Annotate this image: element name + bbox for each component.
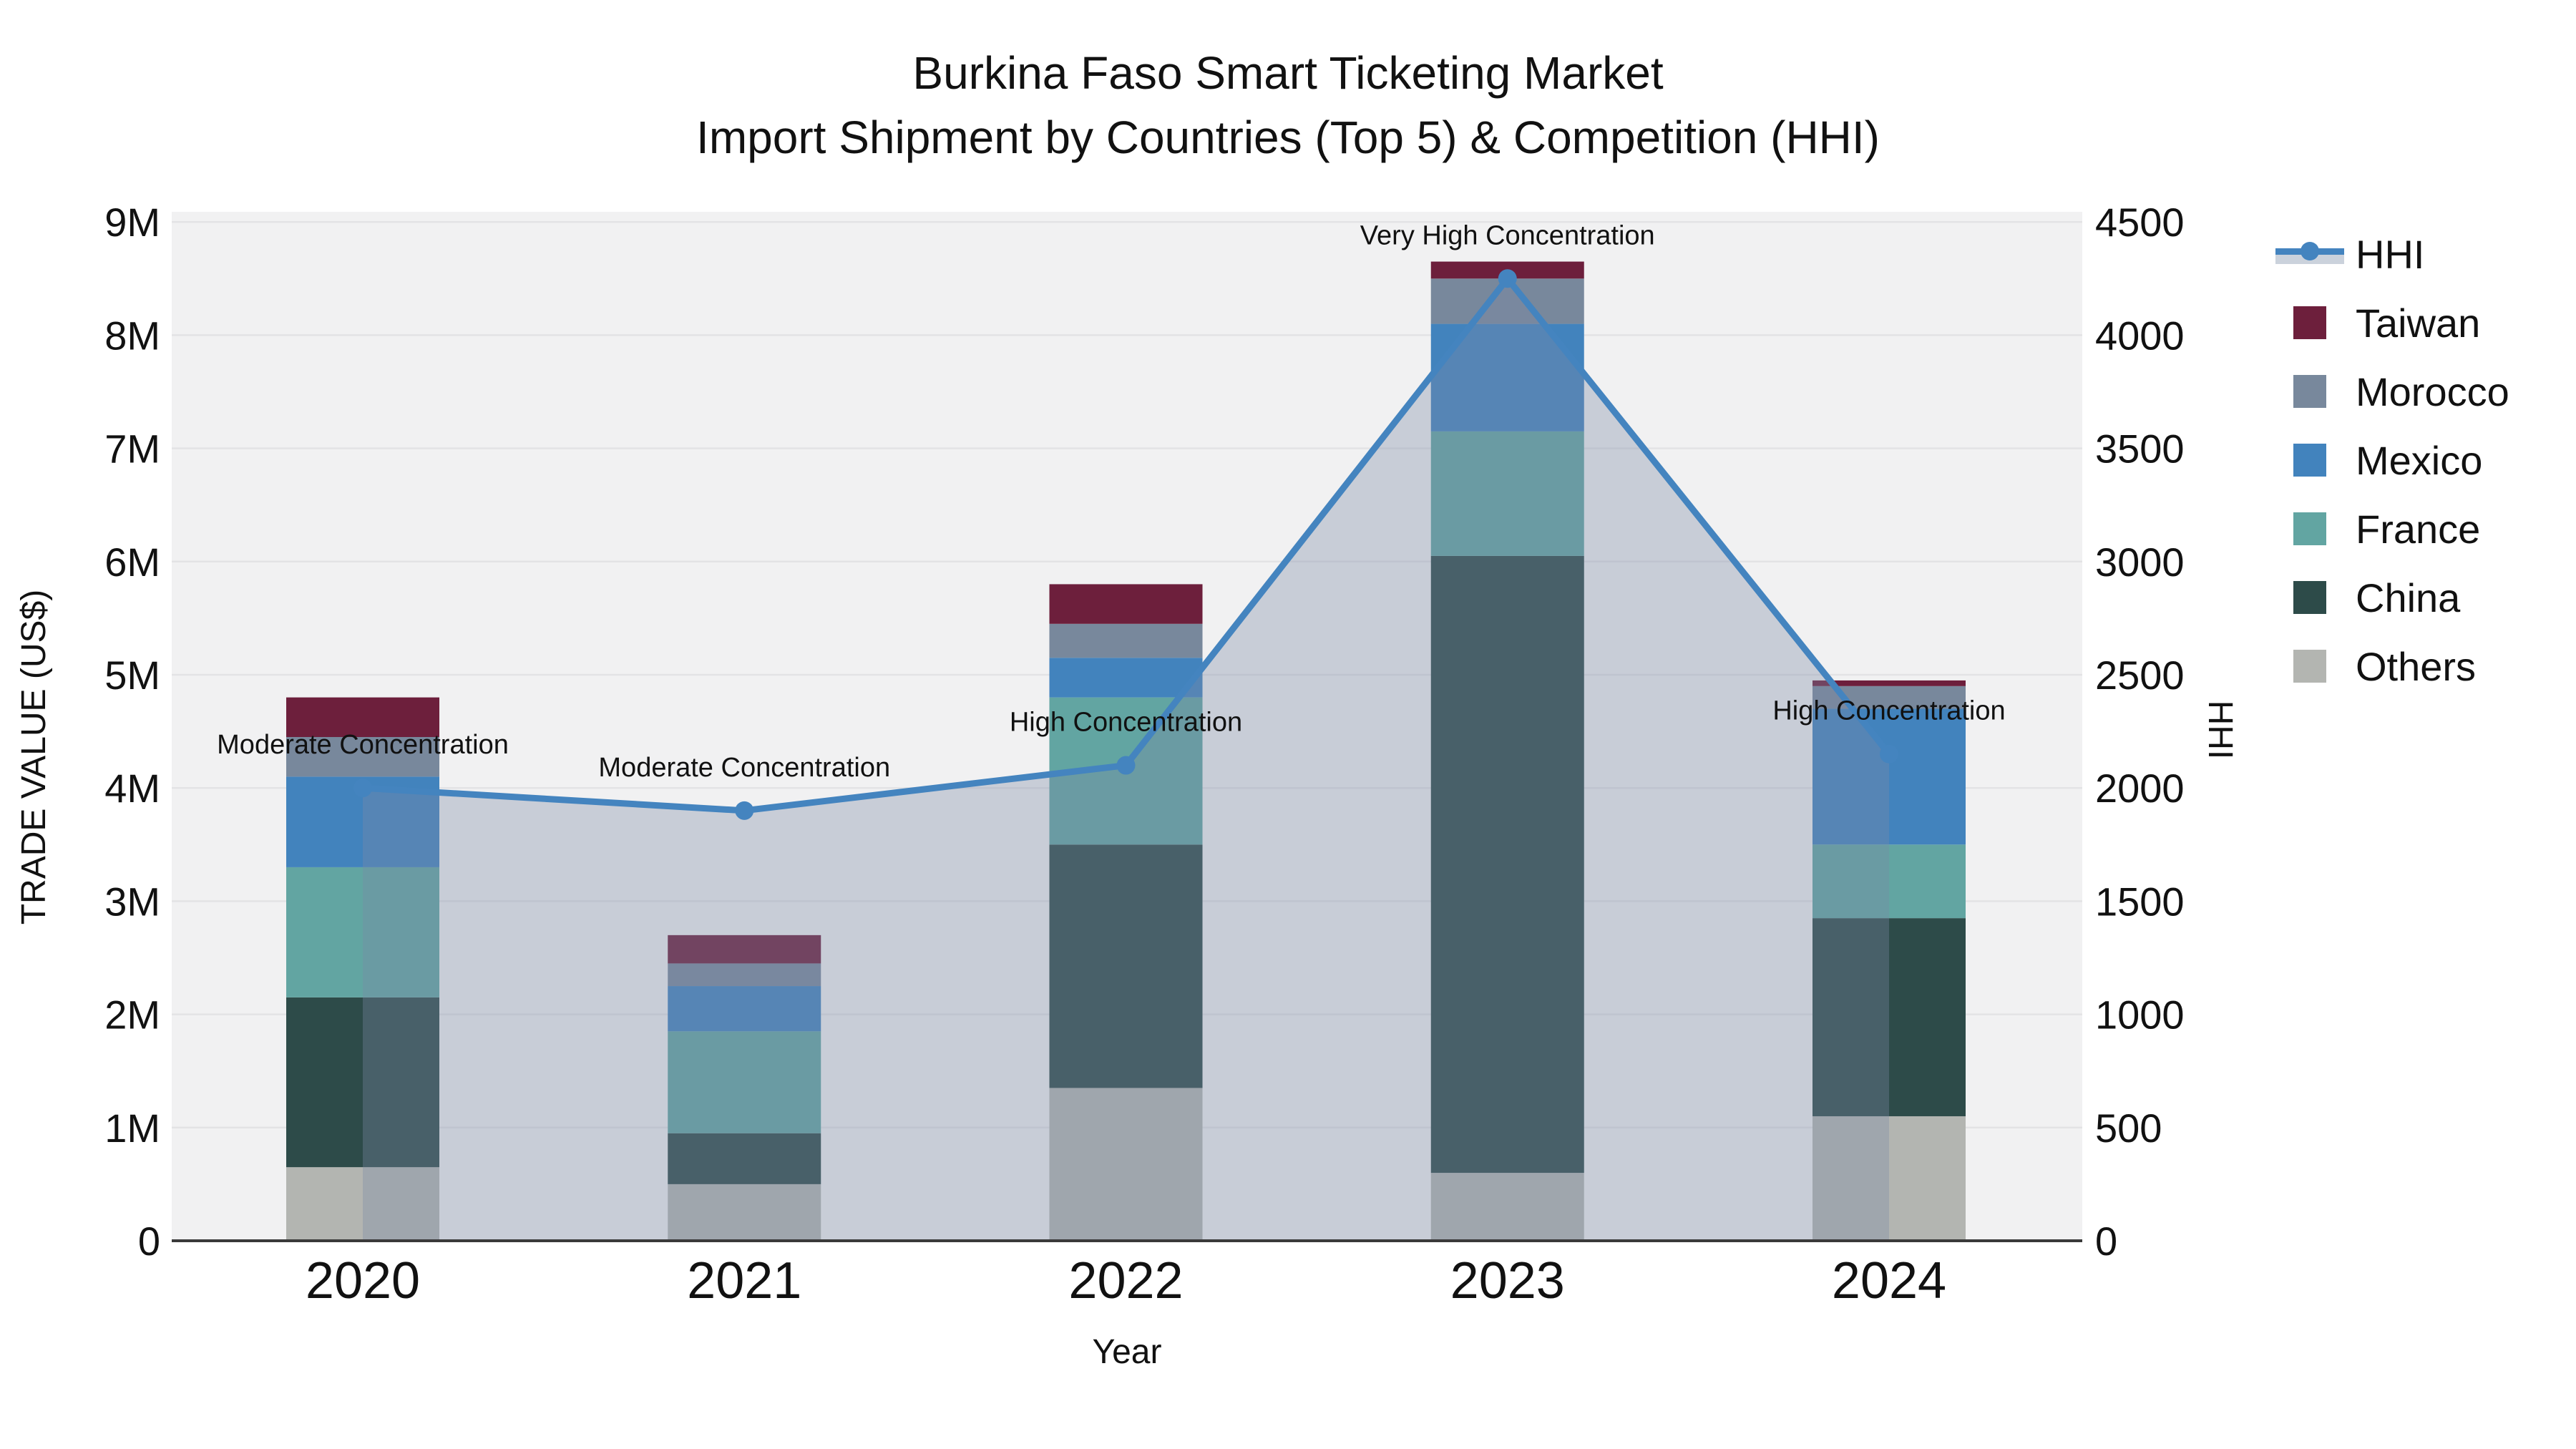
hhi-line-icon xyxy=(2275,240,2344,268)
y-left-tick-6M: 6M xyxy=(104,540,160,585)
y-left-tick-8M: 8M xyxy=(104,313,160,358)
y-axis-title-right: HHI xyxy=(2201,700,2239,760)
y-left-tick-0: 0 xyxy=(138,1219,160,1264)
color-patch-icon xyxy=(2293,581,2326,614)
chart-figure: 0 1M 2M 3M 4M 5M 6M 7M 8M 9M 0 500 1000 1500 2000 2500 3… xyxy=(0,0,2576,1449)
legend-swatch-taiwan xyxy=(2275,306,2344,339)
hhi-marker-2021 xyxy=(735,801,754,820)
y-right-tick-1000: 1000 xyxy=(2095,992,2185,1038)
annotation-2024: High Concentration xyxy=(1772,696,2005,726)
annotation-2023: Very High Concentration xyxy=(1360,220,1655,250)
hhi-marker-swatch xyxy=(2301,242,2319,260)
y-left-tick-1M: 1M xyxy=(104,1106,160,1151)
legend: HHI Taiwan Morocco Mexico France China Others xyxy=(2275,228,2576,693)
bar-segment-2022-taiwan xyxy=(1049,584,1203,624)
x-tick-2022: 2022 xyxy=(1068,1252,1183,1309)
legend-swatch-mexico xyxy=(2275,444,2344,477)
legend-item-morocco: Morocco xyxy=(2275,365,2576,418)
legend-swatch-others xyxy=(2275,650,2344,683)
legend-swatch-morocco xyxy=(2275,375,2344,408)
x-tick-2024: 2024 xyxy=(1832,1252,1946,1309)
y-left-tick-9M: 9M xyxy=(104,200,160,245)
x-tick-2023: 2023 xyxy=(1450,1252,1565,1309)
y-left-tick-2M: 2M xyxy=(104,992,160,1038)
legend-item-mexico: Mexico xyxy=(2275,434,2576,487)
legend-label-taiwan: Taiwan xyxy=(2356,300,2481,346)
chart-title-line1: Burkina Faso Smart Ticketing Market xyxy=(912,47,1664,99)
legend-swatch-france xyxy=(2275,512,2344,545)
bar-segment-2022-mexico xyxy=(1049,658,1203,698)
chart-canvas: 0 1M 2M 3M 4M 5M 6M 7M 8M 9M 0 500 1000 1500 2000 2500 3… xyxy=(104,200,2185,1309)
y-right-tick-3500: 3500 xyxy=(2095,426,2185,472)
color-patch-icon xyxy=(2293,306,2326,339)
y-left-tick-3M: 3M xyxy=(104,879,160,924)
legend-label-mexico: Mexico xyxy=(2356,437,2483,483)
legend-item-hhi: HHI xyxy=(2275,228,2576,280)
color-patch-icon xyxy=(2293,512,2326,545)
legend-label-china: China xyxy=(2356,575,2461,620)
y-right-tick-3000: 3000 xyxy=(2095,540,2185,585)
hhi-marker-2022 xyxy=(1116,756,1136,775)
hhi-marker-2023 xyxy=(1498,269,1517,288)
hhi-marker-2020 xyxy=(353,779,372,798)
y-left-tick-7M: 7M xyxy=(104,426,160,472)
color-patch-icon xyxy=(2293,650,2326,683)
y-left-tick-4M: 4M xyxy=(104,766,160,811)
legend-hhi-line-swatch xyxy=(2275,240,2344,268)
x-tick-2021: 2021 xyxy=(687,1252,801,1309)
legend-label-france: France xyxy=(2356,506,2481,552)
legend-label-morocco: Morocco xyxy=(2356,369,2509,414)
x-axis-title: Year xyxy=(1092,1333,1162,1371)
legend-item-others: Others xyxy=(2275,640,2576,693)
legend-swatch-china xyxy=(2275,581,2344,614)
y-left-tick-5M: 5M xyxy=(104,653,160,698)
y-right-tick-500: 500 xyxy=(2095,1106,2162,1151)
color-patch-icon xyxy=(2293,444,2326,477)
legend-item-france: France xyxy=(2275,502,2576,555)
annotation-2022: High Concentration xyxy=(1010,708,1242,738)
y-right-tick-2500: 2500 xyxy=(2095,653,2185,698)
legend-label-hhi: HHI xyxy=(2356,231,2425,277)
y-right-tick-0: 0 xyxy=(2095,1219,2117,1264)
annotation-2020: Moderate Concentration xyxy=(217,730,509,760)
y-axis-title-left: TRADE VALUE (US$) xyxy=(15,589,53,925)
chart-title-line2: Import Shipment by Countries (Top 5) & C… xyxy=(696,111,1880,163)
chart-title: Burkina Faso Smart Ticketing Market Impo… xyxy=(0,42,2576,170)
bar-segment-2022-morocco xyxy=(1049,623,1203,658)
y-right-tick-1500: 1500 xyxy=(2095,879,2185,924)
x-tick-2020: 2020 xyxy=(306,1252,420,1309)
legend-item-taiwan: Taiwan xyxy=(2275,296,2576,349)
legend-label-others: Others xyxy=(2356,643,2477,689)
y-right-tick-4000: 4000 xyxy=(2095,313,2185,358)
hhi-marker-2024 xyxy=(1880,744,1898,763)
y-right-tick-4500: 4500 xyxy=(2095,200,2185,245)
y-right-tick-2000: 2000 xyxy=(2095,766,2185,811)
legend-item-china: China xyxy=(2275,571,2576,624)
annotation-2021: Moderate Concentration xyxy=(598,753,890,783)
color-patch-icon xyxy=(2293,375,2326,408)
